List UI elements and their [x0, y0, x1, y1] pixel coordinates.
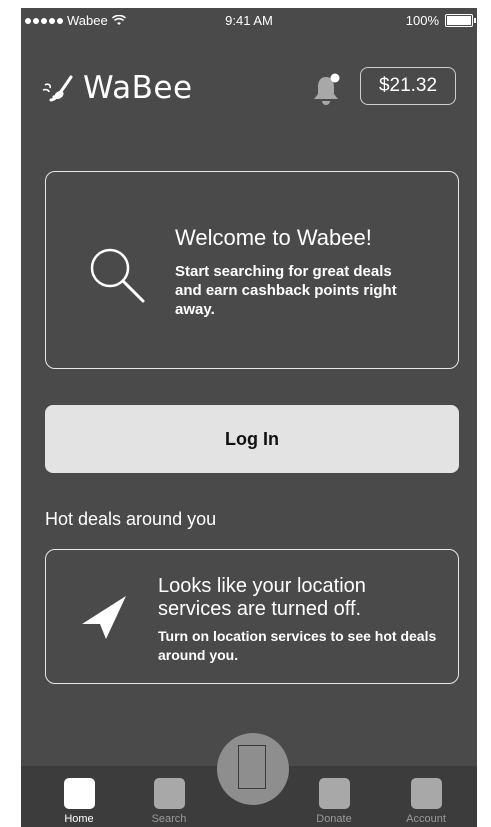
hot-deals-title: Hot deals around you: [45, 509, 217, 529]
tab-donate-label: Donate: [316, 813, 352, 825]
status-bar: Wabee 9:41 AM 100%: [21, 8, 477, 36]
tab-account-label: Account: [406, 813, 446, 825]
scan-card-button[interactable]: [217, 733, 289, 805]
location-card-title: Looks like your location services are tu…: [158, 575, 366, 620]
tab-search-label: Search: [151, 813, 187, 825]
search-icon: [90, 248, 145, 303]
status-right: 100%: [405, 13, 476, 28]
donate-icon: [319, 778, 350, 809]
tab-search[interactable]: Search: [134, 766, 204, 827]
tab-home[interactable]: Home: [44, 766, 114, 827]
welcome-title: Welcome to Wabee!: [175, 225, 372, 250]
battery-percent: 100%: [405, 13, 439, 28]
app-logo: WaBee: [41, 70, 193, 106]
account-icon: [411, 778, 442, 809]
search-tab-icon: [154, 778, 185, 809]
logo-text: WaBee: [83, 70, 193, 106]
app-screen: Wabee 9:41 AM 100% WaBee $21.32 Welcome …: [21, 8, 477, 827]
welcome-text: Start searching for great deals and earn…: [175, 263, 397, 318]
cashback-balance-button[interactable]: $21.32: [360, 67, 456, 105]
location-card-text: Turn on location services to see hot dea…: [158, 628, 437, 663]
bell-icon[interactable]: [311, 72, 341, 106]
tab-donate[interactable]: Donate: [299, 766, 369, 827]
location-services-card[interactable]: Looks like your location services are tu…: [45, 549, 459, 684]
navigation-arrow-icon: [82, 596, 126, 639]
home-icon: [64, 778, 95, 809]
card-icon: [238, 745, 266, 789]
bee-logo-icon: [42, 75, 73, 102]
welcome-card[interactable]: Welcome to Wabee! Start searching for gr…: [45, 171, 459, 369]
tab-home-label: Home: [64, 813, 94, 825]
battery-icon: [445, 14, 476, 27]
tab-account[interactable]: Account: [391, 766, 461, 827]
login-button[interactable]: Log In: [45, 405, 459, 473]
